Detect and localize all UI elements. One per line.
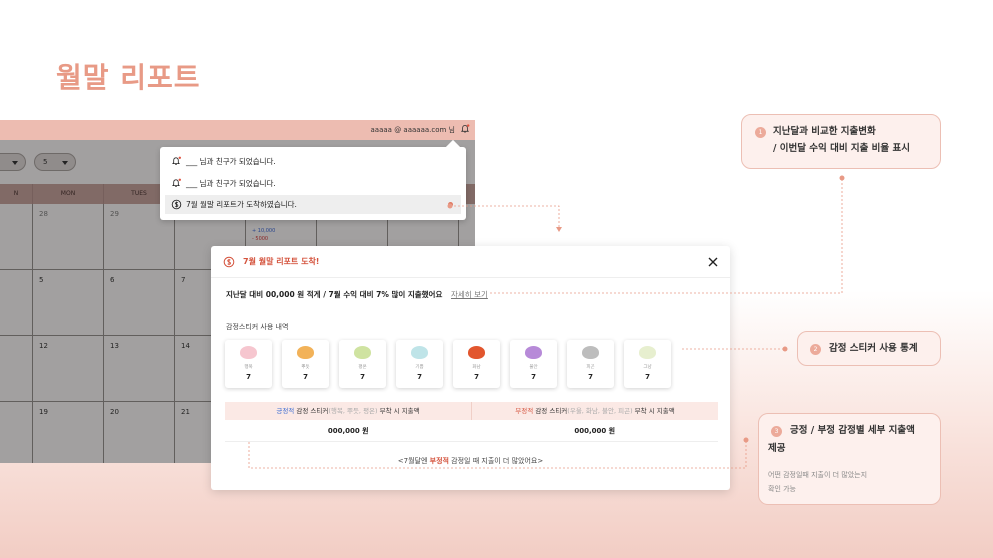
sticker-count: 7 [417,373,422,381]
negative-spending-amount: 000,000 원 [574,427,616,435]
spending-table-values: 000,000 원 000,000 원 [225,420,718,442]
conclusion-pre: <7월달엔 [397,457,430,465]
emotion-sticker-icon [468,346,485,359]
negative-spending-header: 부정적 감정 스티커(우울, 화남, 불안, 피곤) 부착 시 지출액 [472,402,718,420]
notification-text: ___ 님과 친구가 되었습니다. [186,157,276,166]
account-label: aaaaa @ aaaaaa.com 님 [370,126,455,134]
emotion-sticker-icon [525,346,542,359]
sticker-section-label: 감정스티커 사용 내역 [226,323,289,331]
detail-link[interactable]: 자세히 보기 [451,290,488,299]
emotion-sticker-icon [411,346,428,359]
negative-word: 부정적 [515,407,534,415]
summary-text: 지난달 대비 00,000 원 적게 / 7월 수익 대비 7% 많이 지출했어… [226,290,443,299]
negative-label-end: 부착 시 지출액 [632,407,675,415]
spending-table-header: 긍정적 감정 스티커(행복, 뿌듯, 평온) 부착 시 지출액 부정적 감정 스… [225,402,718,420]
monthly-report-modal: 7월 월말 리포트 도착! 지난달 대비 00,000 원 적게 / 7월 수익… [211,246,730,490]
coin-icon [223,256,235,268]
positive-label: 감정 스티커 [294,407,329,415]
emotion-sticker-icon [354,346,371,359]
sticker-count: 7 [474,373,479,381]
callout-description: 확인 가능 [768,485,796,493]
notification-item[interactable]: ___ 님과 친구가 되었습니다. [165,152,461,171]
positive-spending-header: 긍정적 감정 스티커(행복, 뿌듯, 평온) 부착 시 지출액 [225,402,472,420]
sticker-name: 행복 [244,365,253,370]
sticker-count: 7 [246,373,251,381]
sticker-card: 기쁨 7 [396,340,443,388]
sticker-name: 기쁨 [415,365,424,370]
emotion-spending-table: 긍정적 감정 스티커(행복, 뿌듯, 평온) 부착 시 지출액 부정적 감정 스… [225,402,718,442]
notification-item-report[interactable]: 7월 월말 리포트가 도착하였습니다. [165,195,461,214]
sticker-name: 평온 [358,365,367,370]
callout-title: 제공 [768,443,786,454]
spending-conclusion: <7월달엔 부정적 감정일 때 지출이 더 많았어요> [211,456,730,466]
conclusion-emotion: 부정적 [429,457,449,465]
notification-dropdown: ___ 님과 친구가 되었습니다. ___ 님과 친구가 되었습니다. 7월 월… [160,139,466,220]
emotion-sticker-icon [240,346,257,359]
notification-text: 7월 월말 리포트가 도착하였습니다. [186,200,297,209]
positive-word: 긍정적 [276,407,295,415]
bell-icon [172,178,181,187]
negative-label: 감정 스티커 [533,407,568,415]
sticker-card: 평온 7 [339,340,386,388]
sticker-card: 피곤 7 [567,340,614,388]
notification-bell-icon[interactable] [460,124,470,134]
emotion-sticker-icon [297,346,314,359]
notification-item[interactable]: ___ 님과 친구가 되었습니다. [165,174,461,193]
sticker-count: 7 [645,373,650,381]
notification-text: ___ 님과 친구가 되었습니다. [186,179,276,188]
sticker-count: 7 [303,373,308,381]
callout-number: 1 [755,127,766,138]
sticker-card: 화남 7 [453,340,500,388]
unread-dot [448,202,453,207]
sticker-count: 7 [531,373,536,381]
callout-spending-change: 1 지난달과 비교한 지출변화 / 이번달 수익 대비 지출 비율 표시 [741,114,941,169]
callout-emotion-spending: 3 긍정 / 부정 감정별 세부 지출액 제공 어떤 감정일때 지출이 더 많았… [758,413,941,505]
app-topbar: aaaaa @ aaaaaa.com 님 [0,120,475,140]
modal-title: 7월 월말 리포트 도착! [243,257,320,266]
emotion-sticker-icon [582,346,599,359]
callout-title: / 이번달 수익 대비 지출 비율 표시 [773,143,910,154]
callout-title: 지난달과 비교한 지출변화 [773,126,876,137]
callout-title: 감정 스티커 사용 통계 [829,343,918,354]
sticker-name: 불안 [529,365,538,370]
sticker-card: 불안 7 [510,340,557,388]
bell-icon [172,156,181,165]
callout-number: 3 [771,426,782,437]
emotion-sticker-icon [639,346,656,359]
coin-icon [171,199,182,210]
positive-spending-amount: 000,000 원 [327,427,369,435]
conclusion-post: 감정일 때 지출이 더 많았어요> [448,457,544,465]
callout-number: 2 [810,344,821,355]
sticker-card: 그냥 7 [624,340,671,388]
negative-examples: (우울, 화남, 불안, 피곤) [567,407,633,415]
sticker-count: 7 [360,373,365,381]
positive-label-end: 부착 시 지출액 [377,407,420,415]
modal-header: 7월 월말 리포트 도착! [211,246,730,278]
positive-examples: (행복, 뿌듯, 평온) [328,407,378,415]
sticker-name: 화남 [472,365,481,370]
sticker-card: 뿌듯 7 [282,340,329,388]
callout-title: 긍정 / 부정 감정별 세부 지출액 [790,425,915,436]
callout-sticker-stats: 2 감정 스티커 사용 통계 [797,331,941,366]
sticker-name: 피곤 [586,365,595,370]
sticker-name: 그냥 [643,365,652,370]
spending-summary: 지난달 대비 00,000 원 적게 / 7월 수익 대비 7% 많이 지출했어… [226,289,488,300]
callout-description: 어떤 감정일때 지출이 더 많았는지 [768,471,868,479]
close-icon[interactable] [706,255,720,269]
sticker-card: 행복 7 [225,340,272,388]
page-title: 월말 리포트 [56,61,201,94]
sticker-name: 뿌듯 [301,365,310,370]
sticker-count: 7 [588,373,593,381]
